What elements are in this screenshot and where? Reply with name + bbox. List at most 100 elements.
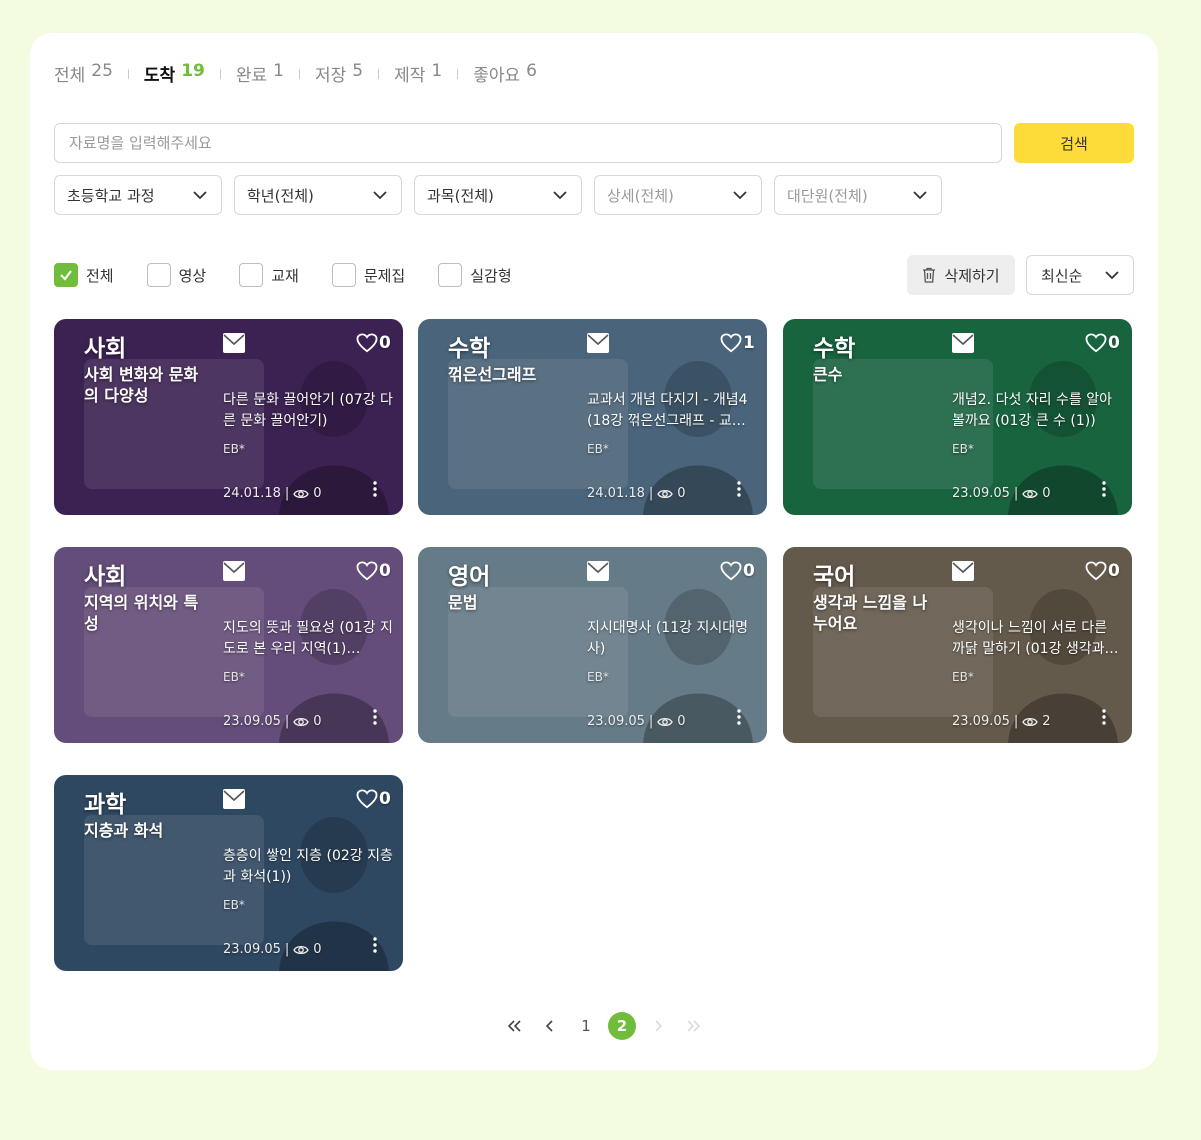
search-input[interactable] (54, 123, 1002, 163)
heart-icon (1085, 333, 1107, 353)
card-subject: 사회 (84, 336, 127, 362)
trash-icon (923, 267, 936, 283)
eye-icon (293, 717, 310, 726)
tab-divider (457, 68, 459, 79)
like-button[interactable]: 1 (720, 333, 755, 353)
subject-select[interactable]: 과목(전체) (414, 175, 582, 215)
card-meta: 23.09.05 | 0 (223, 942, 322, 957)
heart-icon (720, 333, 742, 353)
tab-completed[interactable]: 완료 1 (236, 61, 284, 86)
card-date: 23.09.05 (223, 714, 281, 729)
last-page-button[interactable] (676, 1011, 712, 1041)
more-vertical-icon[interactable] (1094, 479, 1114, 499)
card-unit: 지층과 화석 (84, 821, 164, 840)
tab-created[interactable]: 제작 1 (394, 61, 442, 86)
first-page-button[interactable] (496, 1011, 532, 1041)
more-vertical-icon[interactable] (365, 935, 385, 955)
card-meta: 23.09.05 | 0 (952, 486, 1051, 501)
checkbox-textbook[interactable]: 교재 (239, 263, 299, 287)
content-card[interactable]: 사회 사회 변화와 문화의 다양성 0 다른 문화 끌어안기 (07강 다른 문… (54, 319, 403, 515)
content-card[interactable]: 사회 지역의 위치와 특성 0 지도의 뜻과 필요성 (01강 지도로 본 우리… (54, 547, 403, 743)
card-unit: 사회 변화와 문화의 다양성 (84, 365, 199, 405)
envelope-icon[interactable] (223, 333, 245, 353)
checkbox-unchecked[interactable] (146, 263, 171, 287)
envelope-icon[interactable] (952, 561, 974, 581)
card-date: 23.09.05 (952, 486, 1010, 501)
card-views: 0 (677, 486, 686, 501)
more-vertical-icon[interactable] (729, 707, 749, 727)
checkbox-immersive[interactable]: 실감형 (438, 263, 512, 287)
like-button[interactable]: 0 (1085, 333, 1120, 353)
heart-icon (720, 561, 742, 581)
like-button[interactable]: 0 (356, 333, 391, 353)
heart-icon (356, 561, 378, 581)
content-card[interactable]: 영어 문법 0 지시대명사 (11강 지시대명사) EB* 23.09.05 |… (418, 547, 767, 743)
page-2-button[interactable]: 2 (608, 1012, 636, 1040)
course-select[interactable]: 초등학교 과정 (54, 175, 222, 215)
prev-page-button[interactable] (532, 1011, 568, 1041)
card-subject: 사회 (84, 564, 127, 590)
envelope-icon[interactable] (587, 333, 609, 353)
envelope-icon[interactable] (223, 561, 245, 581)
checkbox-unchecked[interactable] (438, 263, 463, 287)
content-card[interactable]: 수학 꺾은선그래프 1 교과서 개념 다지기 - 개념4 (18강 꺾은선그래프… (418, 319, 767, 515)
like-button[interactable]: 0 (1085, 561, 1120, 581)
checkbox-all[interactable]: 전체 (54, 263, 114, 287)
checkbox-workbook[interactable]: 문제집 (331, 263, 405, 287)
meta-divider: | (284, 486, 290, 501)
card-author: EB* (223, 670, 245, 684)
envelope-icon[interactable] (223, 789, 245, 809)
eye-icon (657, 489, 674, 498)
eye-icon (1022, 717, 1039, 726)
tab-all[interactable]: 전체 25 (54, 61, 113, 86)
tab-liked[interactable]: 좋아요 6 (473, 61, 537, 86)
more-vertical-icon[interactable] (1094, 707, 1114, 727)
checkbox-unchecked[interactable] (331, 263, 356, 287)
heart-icon (356, 789, 378, 809)
envelope-icon[interactable] (587, 561, 609, 581)
like-count: 0 (379, 561, 391, 581)
delete-button[interactable]: 삭제하기 (907, 255, 1015, 295)
tab-saved[interactable]: 저장 5 (315, 61, 363, 86)
checkbox-checked[interactable] (54, 263, 78, 287)
content-card[interactable]: 국어 생각과 느낌을 나누어요 0 생각이나 느낌이 서로 다른 까닭 말하기 … (783, 547, 1132, 743)
eye-icon (293, 489, 310, 498)
card-author: EB* (587, 670, 609, 684)
card-subject: 수학 (813, 336, 856, 362)
pagination: 1 2 (496, 1011, 712, 1041)
content-card[interactable]: 과학 지층과 화석 0 층층이 쌓인 지층 (02강 지층과 화석(1)) EB… (54, 775, 403, 971)
unit-select[interactable]: 대단원(전체) (774, 175, 942, 215)
detail-select[interactable]: 상세(전체) (594, 175, 762, 215)
more-vertical-icon[interactable] (365, 707, 385, 727)
page-1-button[interactable]: 1 (568, 1011, 604, 1041)
grade-select[interactable]: 학년(전체) (234, 175, 402, 215)
content-card[interactable]: 수학 큰수 0 개념2. 다섯 자리 수를 알아볼까요 (01강 큰 수 (1)… (783, 319, 1132, 515)
chevron-down-icon (733, 191, 747, 200)
card-views: 0 (313, 486, 322, 501)
checkbox-unchecked[interactable] (239, 263, 264, 287)
more-vertical-icon[interactable] (729, 479, 749, 499)
more-vertical-icon[interactable] (365, 479, 385, 499)
like-button[interactable]: 0 (356, 561, 391, 581)
meta-divider: | (648, 486, 654, 501)
card-date: 23.09.05 (587, 714, 645, 729)
like-button[interactable]: 0 (720, 561, 755, 581)
card-views: 2 (1042, 714, 1051, 729)
like-button[interactable]: 0 (356, 789, 391, 809)
envelope-icon[interactable] (952, 333, 974, 353)
double-chevron-left-icon (507, 1020, 521, 1032)
checkbox-video[interactable]: 영상 (146, 263, 206, 287)
card-date: 23.09.05 (952, 714, 1010, 729)
heart-icon (1085, 561, 1107, 581)
next-page-button[interactable] (640, 1011, 676, 1041)
like-count: 1 (743, 333, 755, 353)
sort-select[interactable]: 최신순 (1026, 255, 1134, 295)
card-views: 0 (677, 714, 686, 729)
search-button[interactable]: 검색 (1014, 123, 1134, 163)
tab-arrived[interactable]: 도착 19 (144, 61, 205, 86)
eye-icon (293, 945, 310, 954)
meta-divider: | (648, 714, 654, 729)
card-title: 교과서 개념 다지기 - 개념4 (18강 꺾은선그래프 - 교과서 개념 다지… (587, 392, 748, 429)
eye-icon (657, 717, 674, 726)
eye-icon (1022, 489, 1039, 498)
